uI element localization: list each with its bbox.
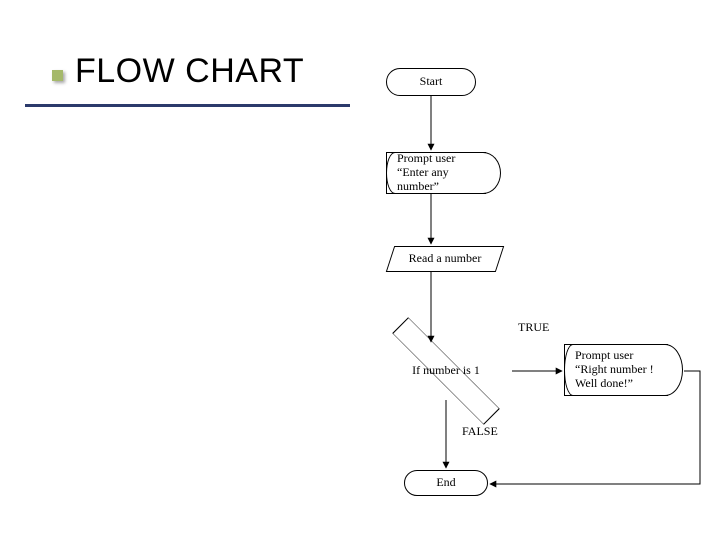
node-prompt-enter-label: Prompt user “Enter any number” bbox=[397, 152, 475, 193]
node-prompt-enter: Prompt user “Enter any number” bbox=[386, 152, 486, 194]
flow-arrows bbox=[0, 0, 720, 540]
node-prompt-done-label: Prompt user “Right number ! Well done!” bbox=[575, 349, 657, 390]
node-prompt-done: Prompt user “Right number ! Well done!” bbox=[564, 344, 668, 396]
